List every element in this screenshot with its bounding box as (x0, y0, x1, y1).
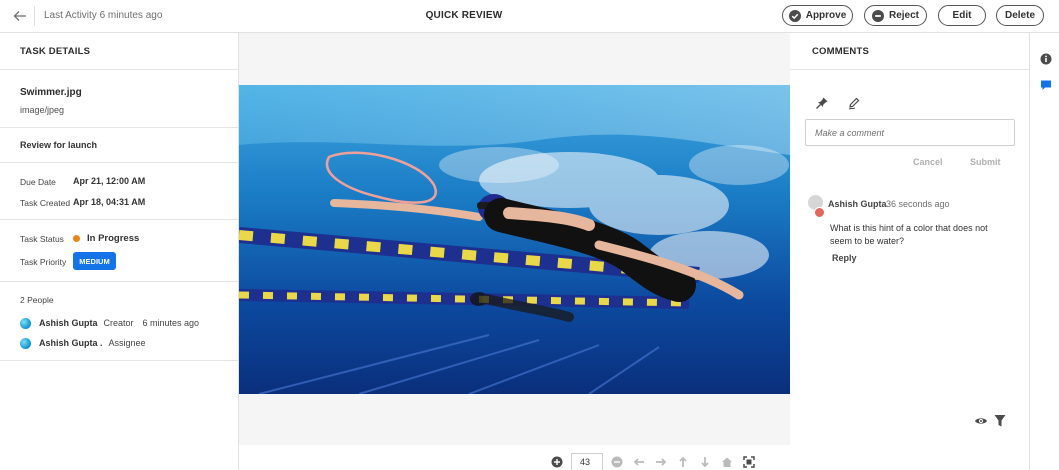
minus-circle-icon (871, 9, 884, 22)
top-bar: Last Activity 6 minutes ago QUICK REVIEW… (0, 0, 1059, 33)
status-dot (73, 235, 80, 242)
people-count: 2 People (20, 295, 54, 305)
person-time: 6 minutes ago (142, 318, 200, 328)
comment-author: Ashish Gupta (828, 199, 887, 209)
dates-section: Due Date Apr 21, 12:00 AM Task Created A… (0, 163, 238, 220)
approve-button[interactable]: Approve (782, 5, 853, 26)
avatar (20, 337, 31, 349)
task-status-label: Task Status (20, 234, 64, 244)
person-role: Assignee (108, 338, 146, 348)
reply-button[interactable]: Reply (832, 253, 857, 263)
review-title: Review for launch (20, 140, 98, 150)
asset-viewer: 43 (239, 33, 790, 470)
task-created-value: Apr 18, 04:31 AM (73, 197, 146, 207)
approve-label: Approve (805, 10, 847, 21)
filter-icon[interactable] (994, 414, 1006, 428)
comments-panel: COMMENTS Cancel Submit Ashish Gupta 36 s… (790, 33, 1030, 470)
review-title-section: Review for launch (0, 128, 238, 163)
file-info: Swimmer.jpg image/jpeg (0, 70, 238, 128)
comment-time: 36 seconds ago (886, 199, 950, 209)
check-circle-icon (788, 9, 801, 22)
file-type: image/jpeg (20, 105, 65, 115)
info-icon[interactable] (1040, 53, 1052, 65)
task-details-header: TASK DETAILS (0, 33, 238, 70)
edit-label: Edit (952, 10, 972, 21)
reject-button[interactable]: Reject (864, 5, 927, 26)
task-priority-label: Task Priority (20, 257, 67, 267)
task-status-value: In Progress (87, 233, 140, 244)
priority-badge: MEDIUM (73, 252, 116, 270)
arrow-up-icon[interactable] (675, 454, 691, 470)
section-title: COMMENTS (812, 46, 870, 57)
arrow-down-icon[interactable] (697, 454, 713, 470)
zoom-in-icon[interactable] (549, 454, 565, 470)
home-icon[interactable] (719, 454, 735, 470)
submit-button[interactable]: Submit (970, 157, 1001, 167)
avatar (20, 317, 31, 329)
task-created-label: Task Created (20, 198, 71, 208)
edit-button[interactable]: Edit (938, 5, 986, 26)
due-date-value: Apr 21, 12:00 AM (73, 176, 146, 186)
viewer-toolbar: 43 (549, 453, 763, 470)
comment-text: What is this hint of a color that does n… (830, 223, 988, 246)
reject-label: Reject (888, 10, 919, 21)
person-row: Ashish Gupta Creator 6 minutes ago (20, 316, 199, 330)
arrow-right-icon[interactable] (653, 454, 669, 470)
eye-icon[interactable] (974, 414, 988, 428)
fit-screen-icon[interactable] (741, 454, 757, 470)
person-role: Creator (103, 318, 134, 328)
cancel-button[interactable]: Cancel (913, 157, 943, 167)
delete-label: Delete (1004, 10, 1035, 21)
people-section: 2 People Ashish Gupta Creator 6 minutes … (0, 282, 238, 361)
pin-icon[interactable] (815, 96, 829, 110)
person-row: Ashish Gupta . Assignee (20, 336, 146, 350)
comment-input[interactable] (805, 119, 1015, 146)
swimmer-image[interactable] (239, 85, 790, 394)
status-section: Task Status In Progress Task Priority ME… (0, 220, 238, 282)
zoom-level-input[interactable]: 43 (571, 453, 603, 470)
file-name: Swimmer.jpg (20, 87, 82, 98)
delete-button[interactable]: Delete (996, 5, 1044, 26)
person-name: Ashish Gupta . (39, 338, 103, 348)
task-details-panel: TASK DETAILS Swimmer.jpg image/jpeg Revi… (0, 33, 239, 470)
chat-icon[interactable] (1040, 79, 1052, 91)
due-date-label: Due Date (20, 177, 56, 187)
section-title: TASK DETAILS (20, 46, 91, 57)
arrow-left-icon[interactable] (631, 454, 647, 470)
pencil-icon[interactable] (847, 96, 861, 110)
comments-header: COMMENTS (790, 33, 1029, 70)
annotation-badge-icon (814, 207, 825, 218)
zoom-out-icon[interactable] (609, 454, 625, 470)
side-rail (1031, 33, 1059, 470)
person-name: Ashish Gupta (39, 318, 98, 328)
